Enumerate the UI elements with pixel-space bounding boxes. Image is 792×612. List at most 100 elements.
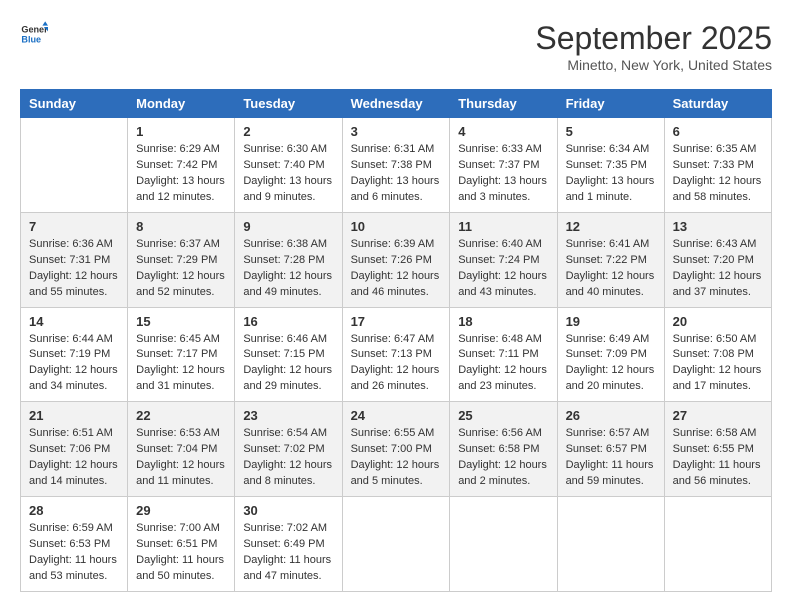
calendar-cell bbox=[664, 497, 771, 592]
weekday-header: Monday bbox=[128, 90, 235, 118]
calendar-cell: 19 Sunrise: 6:49 AMSunset: 7:09 PMDayligh… bbox=[557, 307, 664, 402]
calendar-cell: 27Sunrise: 6:58 AMSunset: 6:55 PMDayligh… bbox=[664, 402, 771, 497]
cell-content: Sunrise: 7:02 AMSunset: 6:49 PMDaylight:… bbox=[243, 521, 333, 585]
day-number: 6 bbox=[673, 124, 763, 139]
day-number: 21 bbox=[29, 408, 119, 423]
day-number: 17 bbox=[351, 314, 442, 329]
calendar-cell: 2Sunrise: 6:30 AMSunset: 7:40 PMDaylight… bbox=[235, 118, 342, 213]
day-number: 25 bbox=[458, 408, 548, 423]
logo: General Blue bbox=[20, 20, 48, 48]
day-number: 22 bbox=[136, 408, 226, 423]
day-number: 12 bbox=[566, 219, 656, 234]
day-number: 14 bbox=[29, 314, 119, 329]
calendar-cell: 25Sunrise: 6:56 AMSunset: 6:58 PMDayligh… bbox=[450, 402, 557, 497]
cell-content: Sunrise: 6:29 AMSunset: 7:42 PMDaylight:… bbox=[136, 142, 226, 206]
calendar-cell: 24 Sunrise: 6:55 AMSunset: 7:00 PMDayligh… bbox=[342, 402, 450, 497]
day-number: 3 bbox=[351, 124, 442, 139]
cell-content: Sunrise: 6:49 AMSunset: 7:09 PMDaylight:… bbox=[566, 332, 656, 396]
calendar-cell bbox=[21, 118, 128, 213]
calendar-cell bbox=[450, 497, 557, 592]
day-number: 15 bbox=[136, 314, 226, 329]
cell-content: Sunrise: 7:00 AMSunset: 6:51 PMDaylight:… bbox=[136, 521, 226, 585]
calendar-cell: 14 Sunrise: 6:44 AMSunset: 7:19 PMDayligh… bbox=[21, 307, 128, 402]
calendar-cell: 8Sunrise: 6:37 AMSunset: 7:29 PMDaylight… bbox=[128, 212, 235, 307]
day-number: 4 bbox=[458, 124, 548, 139]
day-number: 18 bbox=[458, 314, 548, 329]
day-number: 8 bbox=[136, 219, 226, 234]
weekday-header: Saturday bbox=[664, 90, 771, 118]
calendar-week-row: 21 Sunrise: 6:51 AMSunset: 7:06 PMDayligh… bbox=[21, 402, 772, 497]
calendar-table: SundayMondayTuesdayWednesdayThursdayFrid… bbox=[20, 89, 772, 592]
weekday-header: Thursday bbox=[450, 90, 557, 118]
cell-content: Sunrise: 6:54 AMSunset: 7:02 PMDaylight:… bbox=[243, 426, 333, 490]
weekday-header: Sunday bbox=[21, 90, 128, 118]
calendar-cell bbox=[557, 497, 664, 592]
weekday-header: Wednesday bbox=[342, 90, 450, 118]
calendar-cell: 26Sunrise: 6:57 AMSunset: 6:57 PMDayligh… bbox=[557, 402, 664, 497]
day-number: 7 bbox=[29, 219, 119, 234]
day-number: 29 bbox=[136, 503, 226, 518]
calendar-cell: 3 Sunrise: 6:31 AMSunset: 7:38 PMDaylight… bbox=[342, 118, 450, 213]
day-number: 16 bbox=[243, 314, 333, 329]
day-number: 5 bbox=[566, 124, 656, 139]
cell-content: Sunrise: 6:41 AMSunset: 7:22 PMDaylight:… bbox=[566, 237, 656, 301]
cell-content: Sunrise: 6:38 AMSunset: 7:28 PMDaylight:… bbox=[243, 237, 333, 301]
calendar-cell: 20 Sunrise: 6:50 AMSunset: 7:08 PMDayligh… bbox=[664, 307, 771, 402]
cell-content: Sunrise: 6:48 AMSunset: 7:11 PMDaylight:… bbox=[458, 332, 548, 396]
cell-content: Sunrise: 6:55 AMSunset: 7:00 PMDaylight:… bbox=[351, 426, 442, 490]
cell-content: Sunrise: 6:50 AMSunset: 7:08 PMDaylight:… bbox=[673, 332, 763, 396]
day-number: 28 bbox=[29, 503, 119, 518]
calendar-cell: 23 Sunrise: 6:54 AMSunset: 7:02 PMDayligh… bbox=[235, 402, 342, 497]
day-number: 11 bbox=[458, 219, 548, 234]
logo-icon: General Blue bbox=[20, 20, 48, 48]
cell-content: Sunrise: 6:40 AMSunset: 7:24 PMDaylight:… bbox=[458, 237, 548, 301]
cell-content: Sunrise: 6:39 AMSunset: 7:26 PMDaylight:… bbox=[351, 237, 442, 301]
day-number: 19 bbox=[566, 314, 656, 329]
cell-content: Sunrise: 6:30 AMSunset: 7:40 PMDaylight:… bbox=[243, 142, 333, 206]
calendar-cell: 5Sunrise: 6:34 AMSunset: 7:35 PMDaylight… bbox=[557, 118, 664, 213]
cell-content: Sunrise: 6:35 AMSunset: 7:33 PMDaylight:… bbox=[673, 142, 763, 206]
calendar-cell: 28Sunrise: 6:59 AMSunset: 6:53 PMDayligh… bbox=[21, 497, 128, 592]
cell-content: Sunrise: 6:47 AMSunset: 7:13 PMDaylight:… bbox=[351, 332, 442, 396]
cell-content: Sunrise: 6:51 AMSunset: 7:06 PMDaylight:… bbox=[29, 426, 119, 490]
cell-content: Sunrise: 6:45 AMSunset: 7:17 PMDaylight:… bbox=[136, 332, 226, 396]
calendar-week-row: 7Sunrise: 6:36 AMSunset: 7:31 PMDaylight… bbox=[21, 212, 772, 307]
calendar-cell: 7Sunrise: 6:36 AMSunset: 7:31 PMDaylight… bbox=[21, 212, 128, 307]
day-number: 20 bbox=[673, 314, 763, 329]
calendar-cell: 12 Sunrise: 6:41 AMSunset: 7:22 PMDayligh… bbox=[557, 212, 664, 307]
calendar-cell: 4 Sunrise: 6:33 AMSunset: 7:37 PMDaylight… bbox=[450, 118, 557, 213]
month-title: September 2025 bbox=[535, 20, 772, 57]
day-number: 1 bbox=[136, 124, 226, 139]
svg-text:General: General bbox=[21, 25, 48, 35]
page-header: General Blue September 2025 Minetto, New… bbox=[20, 20, 772, 73]
calendar-header-row: SundayMondayTuesdayWednesdayThursdayFrid… bbox=[21, 90, 772, 118]
day-number: 27 bbox=[673, 408, 763, 423]
day-number: 24 bbox=[351, 408, 442, 423]
cell-content: Sunrise: 6:46 AMSunset: 7:15 PMDaylight:… bbox=[243, 332, 333, 396]
calendar-cell: 10 Sunrise: 6:39 AMSunset: 7:26 PMDayligh… bbox=[342, 212, 450, 307]
day-number: 9 bbox=[243, 219, 333, 234]
calendar-week-row: 1 Sunrise: 6:29 AMSunset: 7:42 PMDaylight… bbox=[21, 118, 772, 213]
calendar-cell: 13 Sunrise: 6:43 AMSunset: 7:20 PMDayligh… bbox=[664, 212, 771, 307]
day-number: 30 bbox=[243, 503, 333, 518]
calendar-cell: 9 Sunrise: 6:38 AMSunset: 7:28 PMDaylight… bbox=[235, 212, 342, 307]
calendar-cell: 22Sunrise: 6:53 AMSunset: 7:04 PMDayligh… bbox=[128, 402, 235, 497]
cell-content: Sunrise: 6:33 AMSunset: 7:37 PMDaylight:… bbox=[458, 142, 548, 206]
day-number: 26 bbox=[566, 408, 656, 423]
cell-content: Sunrise: 6:44 AMSunset: 7:19 PMDaylight:… bbox=[29, 332, 119, 396]
svg-text:Blue: Blue bbox=[21, 34, 41, 44]
calendar-cell: 11 Sunrise: 6:40 AMSunset: 7:24 PMDayligh… bbox=[450, 212, 557, 307]
day-number: 13 bbox=[673, 219, 763, 234]
calendar-cell: 1 Sunrise: 6:29 AMSunset: 7:42 PMDaylight… bbox=[128, 118, 235, 213]
calendar-cell: 16 Sunrise: 6:46 AMSunset: 7:15 PMDayligh… bbox=[235, 307, 342, 402]
cell-content: Sunrise: 6:43 AMSunset: 7:20 PMDaylight:… bbox=[673, 237, 763, 301]
calendar-week-row: 28Sunrise: 6:59 AMSunset: 6:53 PMDayligh… bbox=[21, 497, 772, 592]
day-number: 10 bbox=[351, 219, 442, 234]
day-number: 23 bbox=[243, 408, 333, 423]
weekday-header: Friday bbox=[557, 90, 664, 118]
location: Minetto, New York, United States bbox=[535, 57, 772, 73]
calendar-cell bbox=[342, 497, 450, 592]
calendar-cell: 17 Sunrise: 6:47 AMSunset: 7:13 PMDayligh… bbox=[342, 307, 450, 402]
calendar-cell: 18 Sunrise: 6:48 AMSunset: 7:11 PMDayligh… bbox=[450, 307, 557, 402]
cell-content: Sunrise: 6:31 AMSunset: 7:38 PMDaylight:… bbox=[351, 142, 442, 206]
